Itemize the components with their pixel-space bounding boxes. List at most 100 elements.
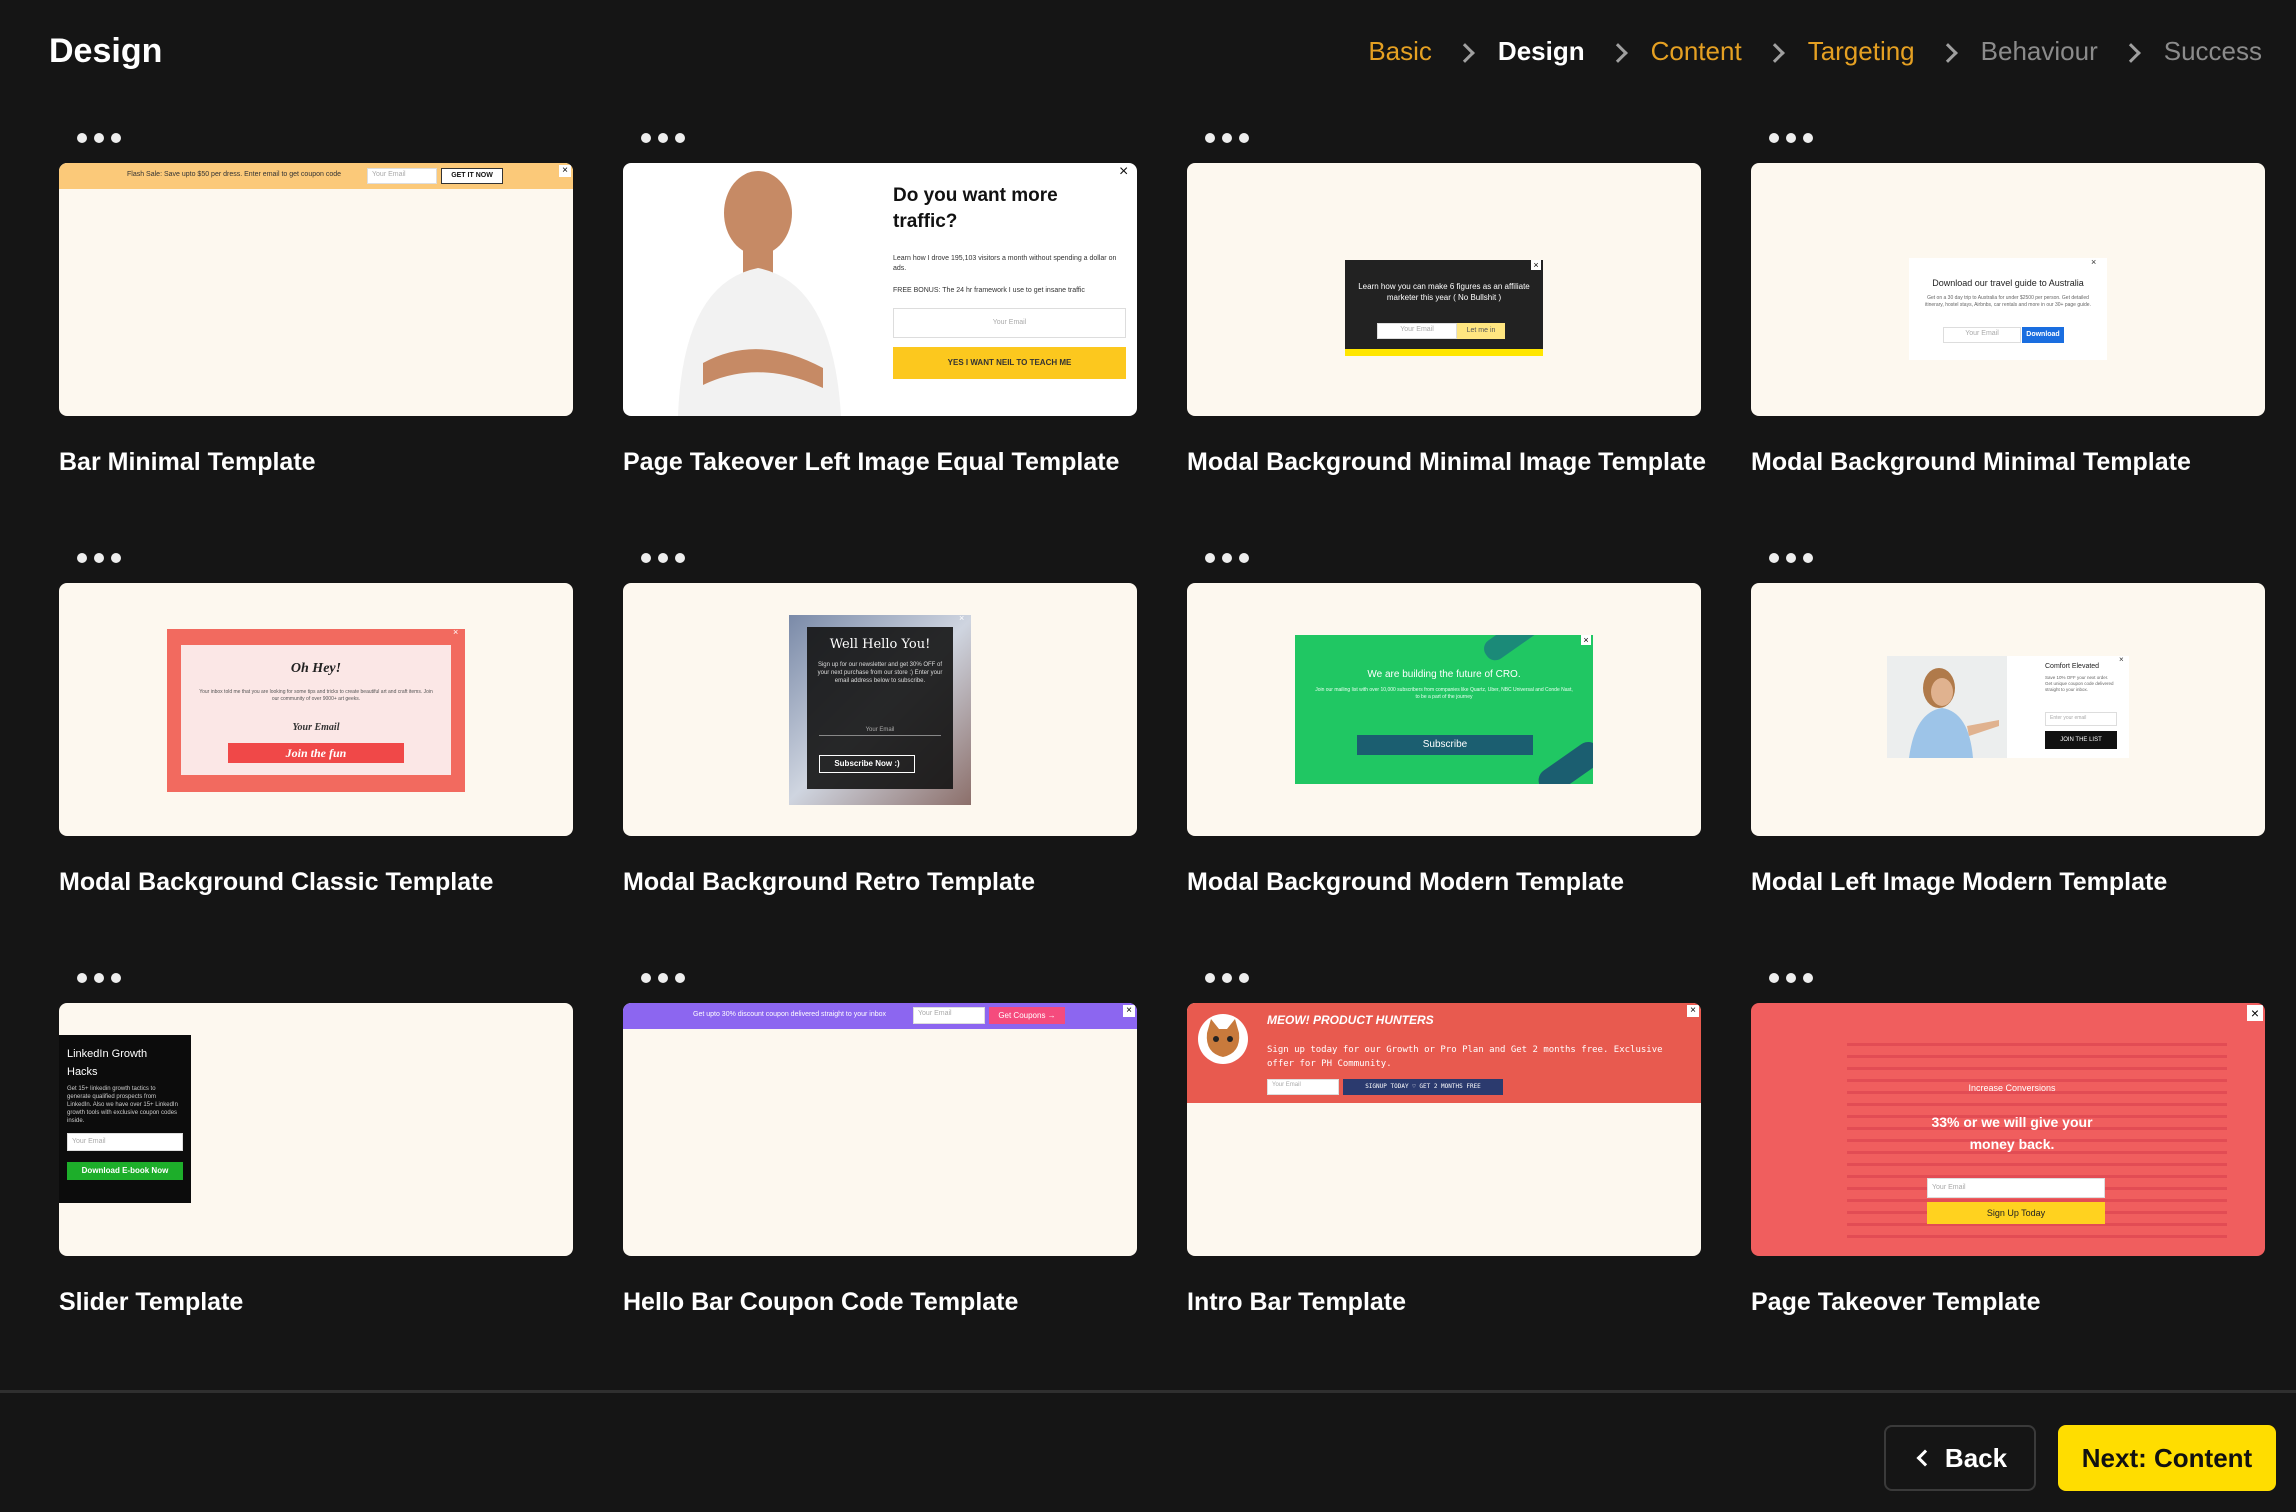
template-preview[interactable]: Oh Hey! Your inbox told me that you are … xyxy=(59,583,573,836)
preview-bonus: FREE BONUS: The 24 hr framework I use to… xyxy=(893,287,1085,294)
close-icon: × xyxy=(453,627,459,637)
preview-input: Your Email xyxy=(292,722,340,733)
preview-button: Let me in xyxy=(1457,323,1505,339)
template-preview[interactable]: Well Hello You! Sign up for our newslett… xyxy=(623,583,1137,836)
preview-heading: Do you want more traffic? xyxy=(893,185,1058,232)
template-card[interactable]: MEOW! PRODUCT HUNTERS Sign up today for … xyxy=(1187,968,1701,1388)
template-preview[interactable]: LinkedIn Growth Hacks Get 15+ linkedin g… xyxy=(59,1003,573,1256)
template-preview[interactable]: Comfort Elevated Save 10% OFF your next … xyxy=(1751,583,2265,836)
template-card[interactable]: Well Hello You! Sign up for our newslett… xyxy=(623,548,1137,968)
back-button[interactable]: Back xyxy=(1884,1425,2036,1491)
template-card[interactable]: Oh Hey! Your inbox told me that you are … xyxy=(59,548,573,968)
preview-body: Learn how I drove 195,103 visitors a mon… xyxy=(893,255,1117,272)
template-name: Page Takeover Template xyxy=(1751,1288,2041,1316)
preview-heading: LinkedIn Growth Hacks xyxy=(67,1048,148,1078)
preview-body: Join our mailing list with over 10,000 s… xyxy=(1315,687,1573,700)
preview-body: Sign up today for our Growth or Pro Plan… xyxy=(1267,1045,1663,1069)
preview-button: Subscribe Now :) xyxy=(819,755,915,773)
preview-input: Your Email xyxy=(367,168,437,184)
preview-button: Download xyxy=(2022,327,2064,343)
more-options-icon[interactable] xyxy=(641,548,685,568)
close-icon: × xyxy=(959,613,965,623)
preview-heading: 33% or we will give your money back. xyxy=(1931,1114,2093,1152)
template-name: Bar Minimal Template xyxy=(59,448,316,476)
preview-text: Learn how you can make 6 figures as an a… xyxy=(1358,282,1530,302)
preview-button: SIGNUP TODAY ♡ GET 2 MONTHS FREE xyxy=(1343,1079,1503,1095)
template-card[interactable]: Get upto 30% discount coupon delivered s… xyxy=(623,968,1137,1388)
cat-logo-image xyxy=(1198,1014,1248,1064)
step-content[interactable]: Content xyxy=(1651,36,1742,67)
preview-button: YES I WANT NEIL TO TEACH ME xyxy=(893,347,1126,379)
template-name: Modal Left Image Modern Template xyxy=(1751,868,2168,896)
preview-body: Your inbox told me that you are looking … xyxy=(199,689,433,702)
more-options-icon[interactable] xyxy=(1205,128,1249,148)
preview-heading: Oh Hey! xyxy=(290,661,342,676)
preview-heading: Well Hello You! xyxy=(829,637,931,652)
more-options-icon[interactable] xyxy=(641,128,685,148)
template-name: Slider Template xyxy=(59,1288,244,1316)
footer-bar: Back Next: Content xyxy=(0,1390,2296,1512)
step-success[interactable]: Success xyxy=(2164,36,2262,67)
close-icon: × xyxy=(2119,655,2124,664)
template-card[interactable]: Comfort Elevated Save 10% OFF your next … xyxy=(1751,548,2265,968)
template-preview[interactable]: We are building the future of CRO. Join … xyxy=(1187,583,1701,836)
more-options-icon[interactable] xyxy=(77,548,121,568)
preview-heading: Download our travel guide to Australia xyxy=(1932,278,2084,288)
more-options-icon[interactable] xyxy=(641,968,685,988)
preview-body: Sign up for our newsletter and get 30% O… xyxy=(817,662,943,684)
preview-body: Save 10% OFF your next order. Get unique… xyxy=(2045,675,2114,692)
more-options-icon[interactable] xyxy=(1769,548,1813,568)
template-preview[interactable]: Do you want more traffic? Learn how I dr… xyxy=(623,163,1137,416)
preview-input: Your Email xyxy=(1267,1079,1339,1095)
template-card[interactable]: Flash Sale: Save upto $50 per dress. Ent… xyxy=(59,128,573,548)
template-card[interactable]: We are building the future of CRO. Join … xyxy=(1187,548,1701,968)
preview-input: Your Email xyxy=(1943,327,2021,343)
step-behaviour[interactable]: Behaviour xyxy=(1981,36,2098,67)
template-name: Intro Bar Template xyxy=(1187,1288,1407,1316)
close-icon: × xyxy=(1531,260,1541,270)
template-grid: Flash Sale: Save upto $50 per dress. Ent… xyxy=(59,128,2265,1388)
chevron-right-icon xyxy=(2124,40,2138,64)
template-preview[interactable]: MEOW! PRODUCT HUNTERS Sign up today for … xyxy=(1187,1003,1701,1256)
preview-heading: MEOW! PRODUCT HUNTERS xyxy=(1267,1013,1434,1027)
close-icon: × xyxy=(1581,635,1591,645)
step-design[interactable]: Design xyxy=(1498,36,1585,67)
template-card[interactable]: Increase Conversions 33% or we will give… xyxy=(1751,968,2265,1388)
chevron-right-icon xyxy=(1458,40,1472,64)
preview-button: GET IT NOW xyxy=(441,168,503,184)
template-preview[interactable]: Flash Sale: Save upto $50 per dress. Ent… xyxy=(59,163,573,416)
close-icon: × xyxy=(2247,1005,2263,1021)
back-button-label: Back xyxy=(1944,1442,2008,1473)
template-preview[interactable]: Download our travel guide to Australia G… xyxy=(1751,163,2265,416)
close-icon: × xyxy=(2091,257,2097,267)
preview-button: Subscribe xyxy=(1357,735,1533,755)
preview-input: Enter your email xyxy=(2045,712,2117,726)
more-options-icon[interactable] xyxy=(1205,548,1249,568)
template-preview[interactable]: Learn how you can make 6 figures as an a… xyxy=(1187,163,1701,416)
template-preview[interactable]: Increase Conversions 33% or we will give… xyxy=(1751,1003,2265,1256)
person-image xyxy=(1887,656,2007,758)
preview-input: Your Email xyxy=(893,308,1126,338)
template-card[interactable]: LinkedIn Growth Hacks Get 15+ linkedin g… xyxy=(59,968,573,1388)
preview-input: Your Email xyxy=(819,727,941,736)
more-options-icon[interactable] xyxy=(1205,968,1249,988)
more-options-icon[interactable] xyxy=(77,968,121,988)
more-options-icon[interactable] xyxy=(77,128,121,148)
more-options-icon[interactable] xyxy=(1769,128,1813,148)
preview-body: Get 15+ linkedin growth tactics to gener… xyxy=(67,1086,178,1124)
chevron-left-icon xyxy=(1916,1449,1934,1467)
step-targeting[interactable]: Targeting xyxy=(1808,36,1915,67)
template-preview[interactable]: Get upto 30% discount coupon delivered s… xyxy=(623,1003,1137,1256)
preview-accent-strip xyxy=(1345,349,1543,356)
template-name: Page Takeover Left Image Equal Template xyxy=(623,448,1120,476)
step-basic[interactable]: Basic xyxy=(1368,36,1432,67)
next-content-button[interactable]: Next: Content xyxy=(2058,1425,2276,1491)
close-icon: × xyxy=(559,165,571,177)
preview-button: Download E-book Now xyxy=(67,1162,183,1180)
template-card[interactable]: Download our travel guide to Australia G… xyxy=(1751,128,2265,548)
preview-heading: We are building the future of CRO. xyxy=(1367,669,1521,680)
template-card[interactable]: Learn how you can make 6 figures as an a… xyxy=(1187,128,1706,548)
template-card[interactable]: Do you want more traffic? Learn how I dr… xyxy=(623,128,1137,548)
more-options-icon[interactable] xyxy=(1769,968,1813,988)
preview-modal xyxy=(1345,260,1543,356)
